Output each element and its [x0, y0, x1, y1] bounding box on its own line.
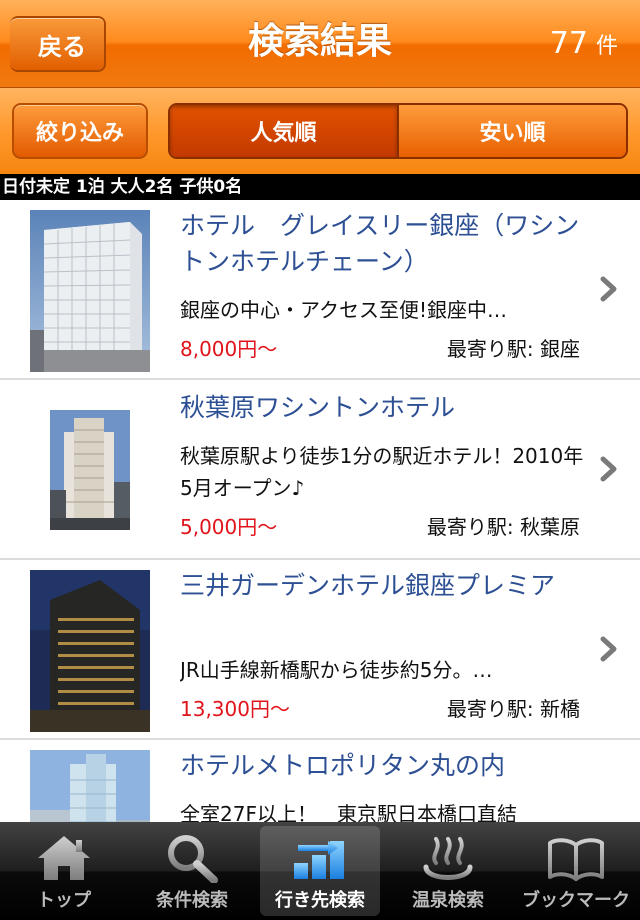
hotel-price: 5,000円～: [180, 515, 278, 539]
chevron-right-icon: [600, 636, 617, 662]
tab-label: 条件検索: [156, 890, 228, 911]
hotel-row[interactable]: ホテル グレイスリー銀座（ワシントンホテルチェーン） 銀座の中心・アクセス至便!…: [0, 200, 640, 380]
sort-cheapest-button[interactable]: 安い順: [397, 105, 626, 157]
sort-popular-button[interactable]: 人気順: [170, 105, 397, 157]
hotel-description: 秋葉原駅より徒歩1分の駅近ホテル！2010年5月オープン♪: [180, 444, 584, 500]
hot-spring-icon: [420, 832, 476, 884]
nearest-station: 最寄り駅: 秋葉原: [426, 515, 580, 539]
hotel-photo: [30, 210, 150, 372]
destination-icon: [290, 832, 350, 884]
result-count-unit: 件: [595, 34, 618, 59]
tab-label: ブックマーク: [522, 890, 630, 911]
hotel-photo: [30, 750, 150, 822]
hotel-name: 秋葉原ワシントンホテル: [180, 393, 456, 422]
tab-top[interactable]: トップ: [0, 822, 128, 920]
back-button[interactable]: 戻る: [10, 16, 106, 72]
nav-header: 検索結果 戻る 77 件: [0, 0, 640, 88]
hotel-name: ホテルメトロポリタン丸の内: [180, 751, 506, 780]
chevron-right-icon: [600, 276, 617, 302]
tab-destination-search[interactable]: 行き先検索: [256, 822, 384, 920]
hotel-row[interactable]: 三井ガーデンホテル銀座プレミア JR山手線新橋駅から徒歩約5分。… 13,300…: [0, 560, 640, 740]
sort-segmented-control: 人気順 安い順: [168, 103, 628, 159]
tab-label: 温泉検索: [412, 890, 484, 911]
hotel-description: 銀座の中心・アクセス至便!銀座中…: [180, 298, 508, 322]
home-icon: [36, 832, 92, 884]
search-icon: [164, 832, 220, 884]
tab-condition-search[interactable]: 条件検索: [128, 822, 256, 920]
hotel-description: JR山手線新橋駅から徒歩約5分。…: [180, 658, 493, 682]
hotel-price: 8,000円～: [180, 337, 278, 361]
search-conditions: 日付未定 1泊 大人2名 子供0名: [0, 174, 640, 200]
hotel-name: 三井ガーデンホテル銀座プレミア: [180, 571, 556, 600]
hotel-price: 13,300円～: [180, 697, 290, 721]
nearest-station: 最寄り駅: 銀座: [446, 337, 580, 361]
hotel-row[interactable]: ホテルメトロポリタン丸の内 全室27F以上！ 東京駅日本橋口直結: [0, 740, 640, 822]
hotel-photo: [30, 570, 150, 732]
chevron-right-icon: [600, 456, 617, 482]
filter-bar: 絞り込み 人気順 安い順: [0, 88, 640, 174]
hotel-list: ホテル グレイスリー銀座（ワシントンホテルチェーン） 銀座の中心・アクセス至便!…: [0, 200, 640, 822]
tab-label: 行き先検索: [275, 890, 365, 911]
result-count: 77 件: [550, 0, 618, 88]
tab-hot-spring-search[interactable]: 温泉検索: [384, 822, 512, 920]
back-button-label: 戻る: [38, 32, 86, 61]
tab-label: トップ: [37, 890, 91, 911]
hotel-photo: [50, 410, 130, 530]
bookmark-icon: [546, 832, 606, 884]
nearest-station: 最寄り駅: 新橋: [446, 697, 580, 721]
result-count-number: 77: [549, 26, 588, 61]
hotel-row[interactable]: 秋葉原ワシントンホテル 秋葉原駅より徒歩1分の駅近ホテル！2010年5月オープン…: [0, 380, 640, 560]
hotel-name: ホテル グレイスリー銀座（ワシントンホテルチェーン）: [180, 211, 580, 276]
tab-bar: トップ 条件検索 行き先検索 温泉検索 ブックマーク: [0, 822, 640, 920]
tab-bookmark[interactable]: ブックマーク: [512, 822, 640, 920]
refine-button[interactable]: 絞り込み: [12, 103, 148, 159]
hotel-description: 全室27F以上！ 東京駅日本橋口直結: [180, 802, 517, 822]
